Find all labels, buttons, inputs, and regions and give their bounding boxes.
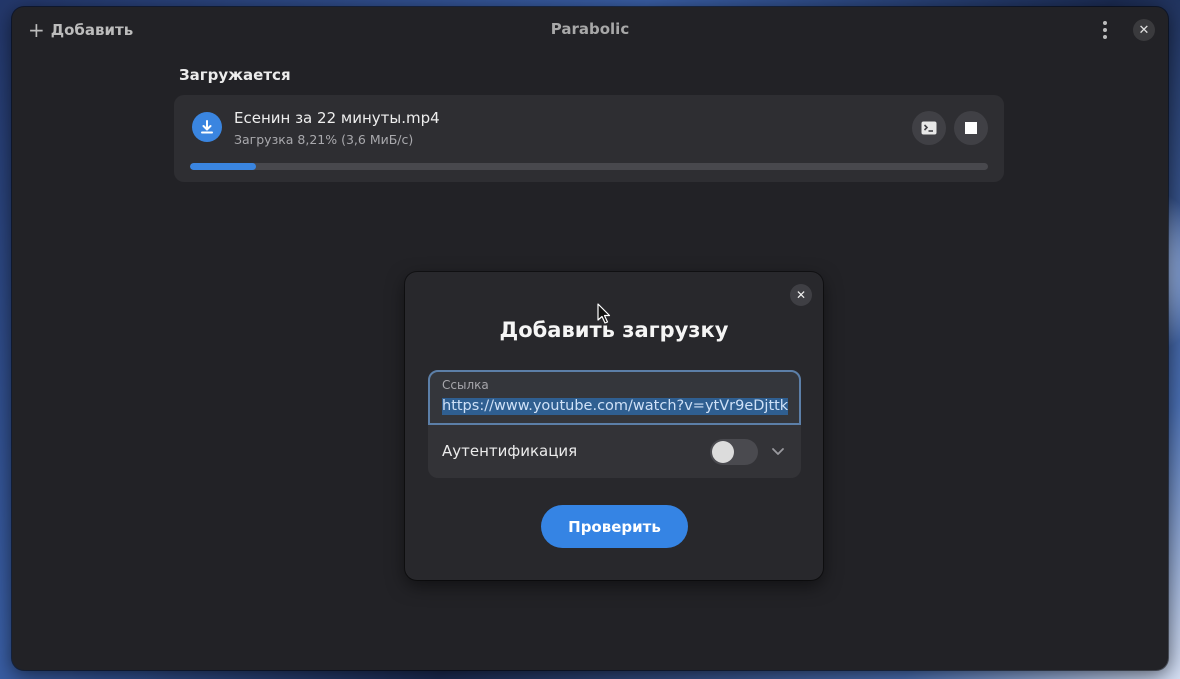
close-icon: ✕: [795, 288, 807, 302]
authentication-row[interactable]: Аутентификация: [428, 425, 801, 478]
window-title: Parabolic: [550, 20, 630, 38]
dialog-close-button[interactable]: ✕: [790, 284, 812, 306]
validate-button[interactable]: Проверить: [541, 505, 688, 548]
header-bar: + Добавить Parabolic ✕: [12, 7, 1168, 53]
authentication-toggle[interactable]: [710, 439, 758, 465]
dialog-title: Добавить загрузку: [499, 318, 729, 342]
stop-download-button[interactable]: [954, 111, 988, 145]
download-icon: [192, 112, 222, 142]
url-input[interactable]: https://www.youtube.com/watch?v=ytVr9eDj…: [442, 398, 788, 418]
download-progress-fill: [190, 163, 256, 170]
terminal-icon: [921, 121, 937, 135]
authentication-label: Аутентификация: [442, 442, 578, 460]
window-close-button[interactable]: ✕: [1133, 19, 1155, 41]
downloading-section-title: Загружается: [179, 66, 291, 84]
download-status: Загрузка 8,21% (3,6 МиБ/с): [234, 132, 414, 147]
toggle-knob: [712, 441, 734, 463]
download-progress-bar: [190, 163, 988, 170]
download-row: Есенин за 22 минуты.mp4 Загрузка 8,21% (…: [174, 95, 1004, 182]
dialog-form: Ссылка https://www.youtube.com/watch?v=y…: [428, 370, 801, 478]
app-window: + Добавить Parabolic ✕ Загружается Есени…: [12, 7, 1168, 670]
download-filename: Есенин за 22 минуты.mp4: [234, 109, 440, 127]
stop-icon: [965, 122, 977, 134]
add-download-dialog: ✕ Добавить загрузку Ссылка https://www.y…: [405, 272, 823, 580]
url-field[interactable]: Ссылка https://www.youtube.com/watch?v=y…: [428, 370, 801, 425]
url-input-text: https://www.youtube.com/watch?v=ytVr9eDj…: [442, 398, 788, 415]
chevron-down-icon[interactable]: [770, 443, 786, 459]
main-menu-button[interactable]: [1092, 17, 1118, 43]
close-icon: ✕: [1138, 22, 1150, 38]
view-log-button[interactable]: [912, 111, 946, 145]
url-field-label: Ссылка: [442, 378, 489, 392]
vertical-dots-icon: [1103, 21, 1107, 39]
mouse-cursor-icon: [597, 303, 611, 324]
